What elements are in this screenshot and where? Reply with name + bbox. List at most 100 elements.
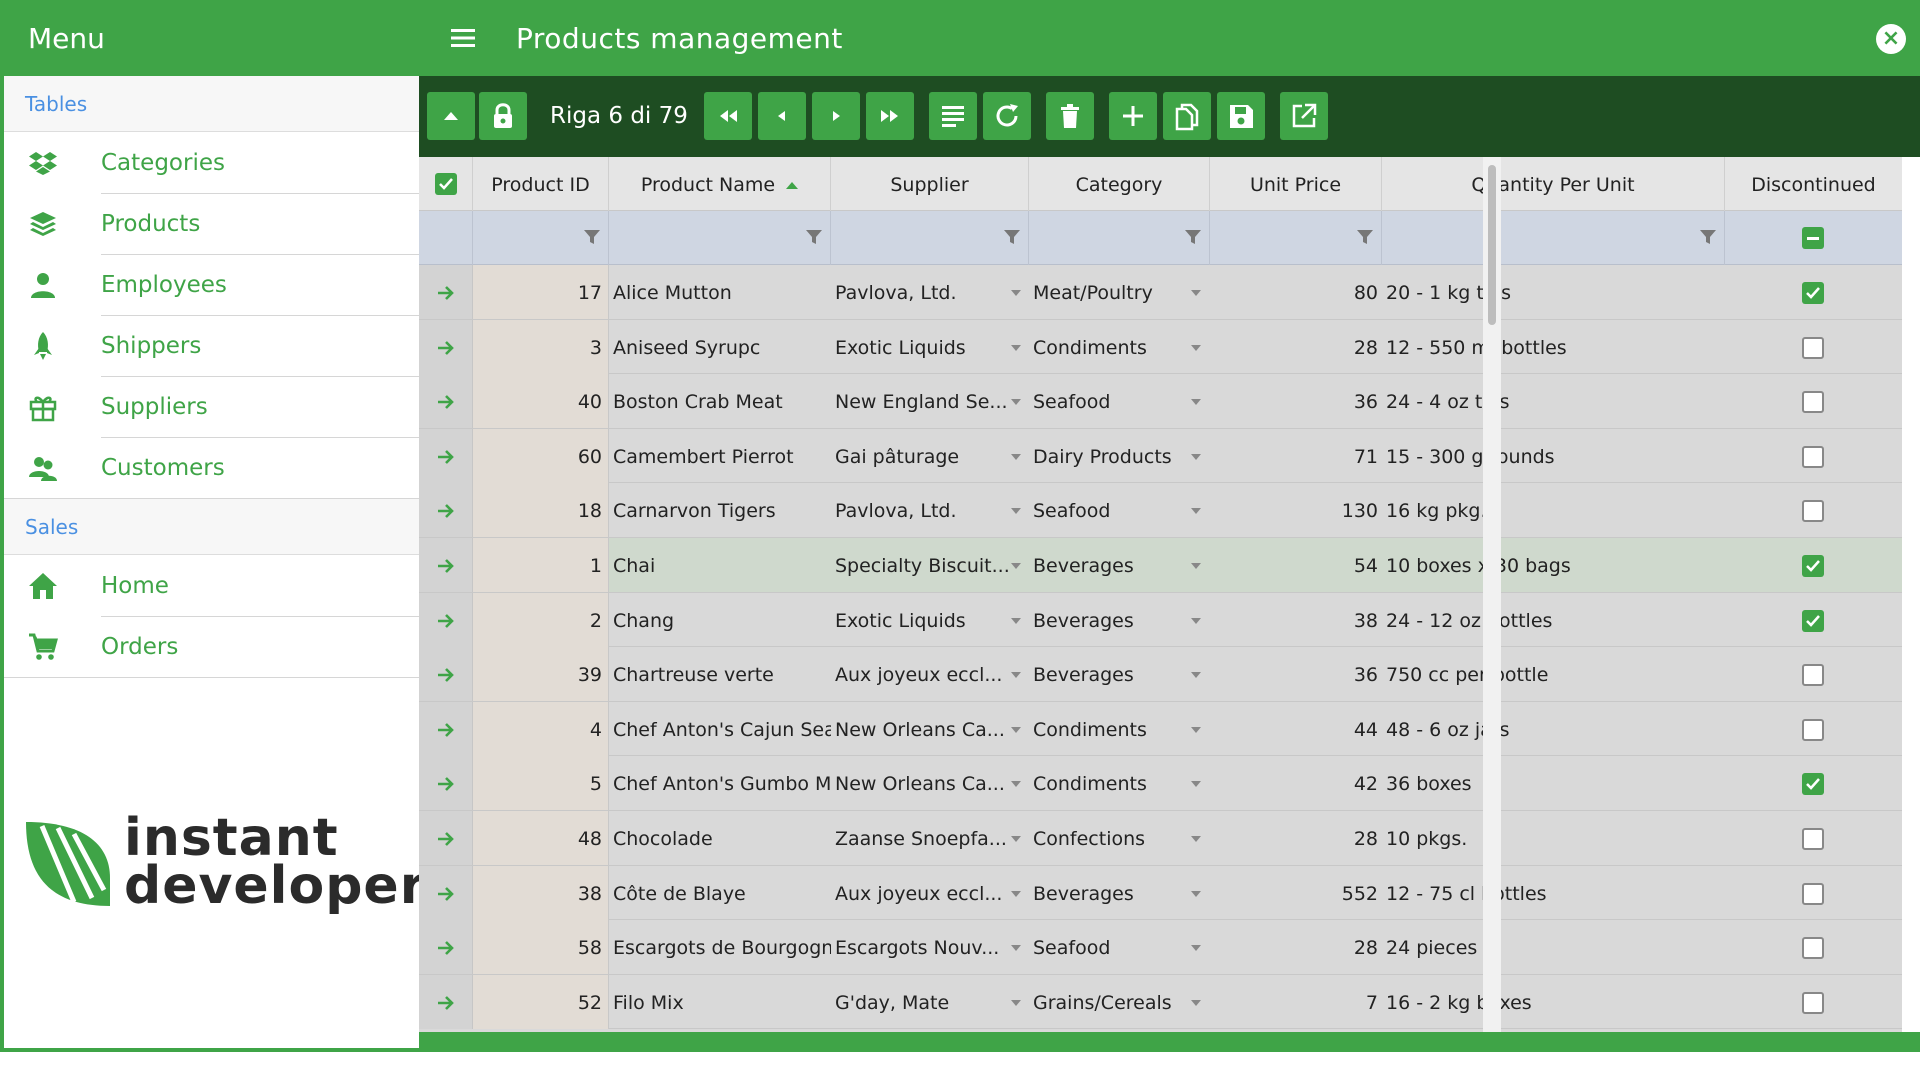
cell-unit-price[interactable]: 28 bbox=[1210, 811, 1378, 865]
chevron-down-icon[interactable] bbox=[1011, 508, 1021, 515]
cell-category[interactable]: Condiments bbox=[1033, 756, 1193, 810]
cell-product-name[interactable]: Chef Anton's Gumbo Mi: bbox=[613, 756, 831, 810]
cell-product-id[interactable]: 52 bbox=[473, 974, 609, 1029]
filter-quantity-per-unit[interactable] bbox=[1382, 211, 1725, 265]
sidebar-item-orders[interactable]: Orders bbox=[4, 617, 419, 678]
filter-product-id[interactable] bbox=[473, 211, 609, 265]
save-button[interactable] bbox=[1217, 92, 1265, 140]
filter-unit-price[interactable] bbox=[1210, 211, 1382, 265]
cell-supplier[interactable]: New Orleans Ca... bbox=[835, 756, 1011, 810]
arrow-right-icon[interactable] bbox=[436, 447, 456, 467]
chevron-down-icon[interactable] bbox=[1191, 508, 1201, 515]
arrow-right-icon[interactable] bbox=[436, 720, 456, 740]
select-all-checkbox[interactable] bbox=[435, 173, 457, 195]
filter-supplier[interactable] bbox=[831, 211, 1029, 265]
cell-supplier[interactable]: Escargots Nouv... bbox=[835, 920, 1011, 974]
discontinued-checkbox[interactable] bbox=[1802, 555, 1824, 577]
close-button[interactable]: × bbox=[1876, 24, 1906, 54]
cell-product-name[interactable]: Boston Crab Meat bbox=[613, 374, 831, 428]
cell-unit-price[interactable]: 552 bbox=[1210, 866, 1378, 920]
cell-product-id[interactable]: 18 bbox=[473, 483, 609, 538]
sidebar-item-categories[interactable]: Categories bbox=[4, 133, 419, 194]
chevron-down-icon[interactable] bbox=[1191, 890, 1201, 897]
cell-quantity-per-unit[interactable]: 24 pieces bbox=[1386, 920, 1721, 974]
arrow-right-icon[interactable] bbox=[436, 556, 456, 576]
cell-category[interactable]: Condiments bbox=[1033, 702, 1193, 756]
arrow-right-icon[interactable] bbox=[436, 501, 456, 521]
lock-button[interactable] bbox=[479, 92, 527, 140]
chevron-down-icon[interactable] bbox=[1011, 999, 1021, 1006]
cell-unit-price[interactable]: 7 bbox=[1210, 975, 1378, 1029]
filter-icon[interactable] bbox=[584, 229, 600, 245]
cell-product-name[interactable]: Filo Mix bbox=[613, 975, 831, 1029]
arrow-right-icon[interactable] bbox=[436, 884, 456, 904]
table-row[interactable]: 4 Chef Anton's Cajun Sea: New Orleans Ca..… bbox=[419, 701, 1902, 757]
cell-supplier[interactable]: New Orleans Ca... bbox=[835, 702, 1011, 756]
vertical-scrollbar[interactable] bbox=[1483, 157, 1501, 1032]
cell-quantity-per-unit[interactable]: 20 - 1 kg tins bbox=[1386, 265, 1721, 319]
select-all-cell[interactable] bbox=[419, 157, 473, 211]
cell-supplier[interactable]: Aux joyeux eccl... bbox=[835, 647, 1011, 701]
discontinued-checkbox[interactable] bbox=[1802, 609, 1824, 632]
discontinued-checkbox[interactable] bbox=[1802, 718, 1824, 741]
chevron-down-icon[interactable] bbox=[1011, 453, 1021, 460]
cell-product-name[interactable]: Chocolade bbox=[613, 811, 831, 865]
chevron-down-icon[interactable] bbox=[1191, 453, 1201, 460]
cell-product-name[interactable]: Chef Anton's Cajun Sea: bbox=[613, 702, 831, 756]
filter-icon[interactable] bbox=[1004, 229, 1020, 245]
chevron-down-icon[interactable] bbox=[1191, 945, 1201, 952]
table-row[interactable]: 38 Côte de Blaye Aux joyeux eccl... Beverag… bbox=[419, 865, 1902, 921]
sidebar-item-employees[interactable]: Employees bbox=[4, 255, 419, 316]
arrow-right-icon[interactable] bbox=[436, 938, 456, 958]
collapse-up-button[interactable] bbox=[427, 92, 475, 140]
cell-product-id[interactable]: 48 bbox=[473, 811, 609, 865]
table-row[interactable]: 48 Chocolade Zaanse Snoepfa... Confections 2… bbox=[419, 811, 1902, 866]
cell-product-name[interactable]: Camembert Pierrot bbox=[613, 429, 831, 483]
delete-button[interactable] bbox=[1046, 92, 1094, 140]
cell-product-id[interactable]: 38 bbox=[473, 865, 609, 920]
cell-quantity-per-unit[interactable]: 15 - 300 g rounds bbox=[1386, 429, 1721, 483]
cell-category[interactable]: Confections bbox=[1033, 811, 1193, 865]
cell-product-id[interactable]: 5 bbox=[473, 756, 609, 811]
filter-category[interactable] bbox=[1029, 211, 1210, 265]
cell-product-id[interactable]: 17 bbox=[473, 265, 609, 319]
chevron-down-icon[interactable] bbox=[1011, 344, 1021, 351]
chevron-down-icon[interactable] bbox=[1011, 890, 1021, 897]
column-header-supplier[interactable]: Supplier bbox=[831, 157, 1029, 211]
cell-supplier[interactable]: New England Se... bbox=[835, 374, 1011, 428]
filter-icon[interactable] bbox=[1357, 229, 1373, 245]
cell-product-name[interactable]: Chartreuse verte bbox=[613, 647, 831, 701]
cell-product-name[interactable]: Chai bbox=[613, 538, 831, 592]
discontinued-checkbox[interactable] bbox=[1802, 773, 1824, 796]
chevron-down-icon[interactable] bbox=[1191, 399, 1201, 406]
chevron-down-icon[interactable] bbox=[1011, 726, 1021, 733]
cell-category[interactable]: Meat/Poultry bbox=[1033, 265, 1193, 319]
cell-quantity-per-unit[interactable]: 16 kg pkg. bbox=[1386, 483, 1721, 537]
next-record-button[interactable] bbox=[812, 92, 860, 140]
cell-product-name[interactable]: Aniseed Syrupc bbox=[613, 320, 831, 374]
discontinued-checkbox[interactable] bbox=[1802, 882, 1824, 905]
column-header-unit-price[interactable]: Unit Price bbox=[1210, 157, 1382, 211]
chevron-down-icon[interactable] bbox=[1191, 781, 1201, 788]
cell-product-id[interactable]: 3 bbox=[473, 319, 609, 374]
cell-category[interactable]: Condiments bbox=[1033, 320, 1193, 374]
cell-product-name[interactable]: Chang bbox=[613, 593, 831, 647]
cell-quantity-per-unit[interactable]: 16 - 2 kg boxes bbox=[1386, 975, 1721, 1029]
cell-quantity-per-unit[interactable]: 24 - 4 oz tins bbox=[1386, 374, 1721, 428]
cell-supplier[interactable]: Exotic Liquids bbox=[835, 593, 1011, 647]
cell-category[interactable]: Seafood bbox=[1033, 374, 1193, 428]
cell-quantity-per-unit[interactable]: 10 pkgs. bbox=[1386, 811, 1721, 865]
chevron-down-icon[interactable] bbox=[1191, 836, 1201, 842]
discontinued-checkbox[interactable] bbox=[1802, 391, 1824, 414]
row-selector[interactable] bbox=[419, 428, 473, 483]
cell-unit-price[interactable]: 54 bbox=[1210, 538, 1378, 592]
refresh-button[interactable] bbox=[983, 92, 1031, 140]
row-selector[interactable] bbox=[419, 701, 473, 756]
cell-quantity-per-unit[interactable]: 48 - 6 oz jars bbox=[1386, 702, 1721, 756]
cell-quantity-per-unit[interactable]: 750 cc per bottle bbox=[1386, 647, 1721, 701]
arrow-right-icon[interactable] bbox=[436, 611, 456, 631]
chevron-down-icon[interactable] bbox=[1191, 290, 1201, 296]
filter-icon[interactable] bbox=[1700, 229, 1716, 245]
row-selector[interactable] bbox=[419, 647, 473, 702]
cell-product-id[interactable]: 39 bbox=[473, 647, 609, 702]
